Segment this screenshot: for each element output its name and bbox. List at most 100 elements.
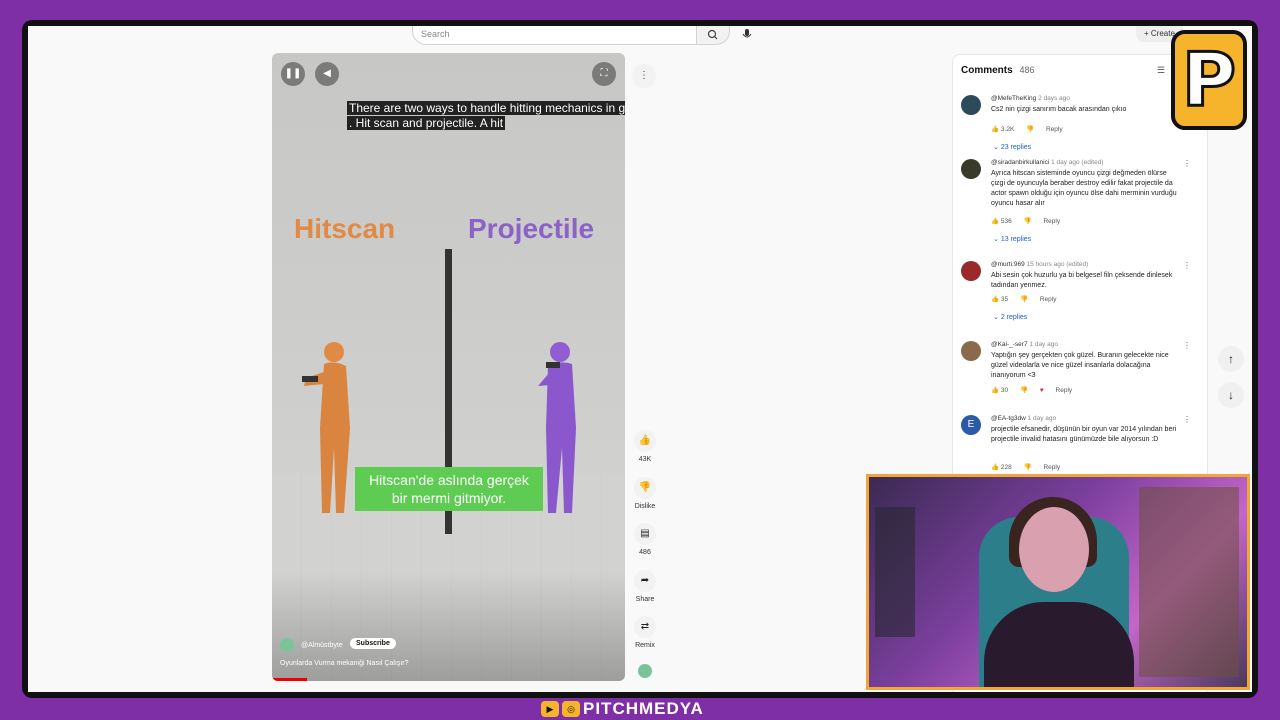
reply-button[interactable]: Reply [1040, 296, 1057, 303]
english-caption: There are two ways to handle hitting mec… [347, 101, 625, 131]
dislike-icon[interactable]: 👎 [1020, 296, 1028, 303]
channel-avatar[interactable] [280, 638, 294, 652]
view-replies-link[interactable]: 13 replies [1001, 236, 1031, 243]
dislike-button[interactable]: 👎 Dislike [632, 477, 658, 510]
next-video-button[interactable]: ↓ [1218, 382, 1244, 408]
remix-button[interactable]: ⇄ Remix [632, 616, 658, 649]
view-replies-link[interactable]: 2 replies [1001, 314, 1027, 321]
youtube-icon: ▶ [541, 701, 559, 717]
dislike-icon[interactable]: 👎 [1024, 464, 1032, 471]
comment-menu-icon[interactable]: ⋮ [1183, 341, 1191, 350]
creator-heart-icon: ♥ [1039, 387, 1044, 394]
comment-author[interactable]: @siradanbirkullanici [991, 159, 1049, 166]
projectile-label: Projectile [468, 213, 595, 244]
channel-avatar-icon [638, 664, 652, 678]
arrow-down-icon: ↓ [1228, 388, 1234, 402]
like-count: 43K [638, 456, 652, 463]
comment-menu-icon[interactable]: ⋮ [1183, 415, 1191, 424]
remix-icon: ⇄ [634, 616, 656, 638]
commenter-avatar[interactable] [961, 261, 981, 281]
streamer-face [1019, 507, 1089, 592]
dislike-icon[interactable]: 👎 [1024, 218, 1032, 225]
commenter-avatar[interactable]: E [961, 415, 981, 435]
commenter-avatar[interactable] [961, 341, 981, 361]
reply-button[interactable]: Reply [1043, 218, 1060, 225]
volume-button[interactable]: ◀ [315, 62, 339, 86]
mic-icon [742, 29, 752, 38]
dislike-icon[interactable]: 👎 [1026, 126, 1034, 133]
view-replies-link[interactable]: 23 replies [1001, 144, 1031, 151]
comment-time: 1 day ago (edited) [1051, 159, 1104, 166]
chevron-down-icon: ⌄ [993, 314, 999, 321]
comment-text: projectile efsanedir, düşünün bir oyun v… [991, 426, 1177, 443]
comment-like-count: 536 [1000, 218, 1012, 225]
instagram-icon: ◎ [562, 701, 580, 717]
arrow-up-icon: ↑ [1228, 352, 1234, 366]
comments-button[interactable]: ▤ 486 [632, 523, 658, 556]
like-icon[interactable]: 👍 [991, 296, 999, 303]
like-icon[interactable]: 👍 [991, 464, 999, 471]
comment-like-count: 228 [1000, 464, 1012, 471]
comment-time: 1 day ago [1027, 415, 1057, 422]
share-button[interactable]: ➦ Share [632, 570, 658, 603]
comment-author[interactable]: @MefeTheKing [991, 95, 1036, 102]
comment-time: 1 day ago [1029, 341, 1058, 348]
comment-like-count: 30 [1000, 387, 1009, 394]
thumbs-down-icon: 👎 [634, 477, 656, 499]
reply-button[interactable]: Reply [1043, 464, 1060, 471]
avatar-letter: E [967, 419, 975, 430]
comment-author[interactable]: @murti.969 [991, 261, 1025, 268]
reply-button[interactable]: Reply [1056, 387, 1073, 394]
search-button[interactable] [696, 26, 730, 45]
channel-mini-avatar[interactable] [632, 664, 658, 682]
channel-name[interactable]: @Almüstbyte [301, 642, 343, 649]
video-title[interactable]: Oyunlarda Vurma mekaniği Nasıl Çalışır? [280, 660, 409, 667]
share-label: Share [635, 596, 655, 603]
pause-button[interactable]: ❚❚ [281, 62, 305, 86]
voice-search-button[interactable] [738, 26, 756, 44]
reply-button[interactable]: Reply [1046, 126, 1063, 133]
comment-like-count: 3.2K [1000, 126, 1015, 133]
pause-icon: ❚❚ [284, 68, 302, 79]
comment-icon: ▤ [634, 523, 656, 545]
sort-icon[interactable]: ☰ [1157, 65, 1165, 76]
comment-menu-icon[interactable]: ⋮ [1183, 159, 1191, 168]
subscribe-button[interactable]: Subscribe [350, 638, 396, 649]
comment-text: Ayrıca hitscan sisteminde oyuncu çizgi d… [991, 170, 1177, 207]
comment-time: 2 days ago [1038, 95, 1070, 102]
commenter-avatar[interactable] [961, 159, 981, 179]
shorts-video-player[interactable]: ❚❚ ◀ ⛶ There are two ways to handle hitt… [272, 53, 625, 681]
turkish-caption: Hitscan'de aslında gerçek bir mermi gitm… [355, 467, 543, 511]
chevron-down-icon: ⌄ [993, 236, 999, 243]
comment-menu-icon[interactable]: ⋮ [1183, 261, 1191, 270]
comment-text: Abi sesin çok huzurlu ya bi belgesel fil… [991, 272, 1173, 289]
share-icon: ➦ [634, 570, 656, 592]
fullscreen-icon: ⛶ [600, 68, 608, 79]
hitscan-label: Hitscan [294, 213, 396, 244]
chevron-down-icon: ⌄ [993, 144, 999, 151]
background-shelf [1139, 487, 1239, 677]
comment-text: Yaptığın şey gerçekten çok güzel. Buranı… [991, 352, 1169, 379]
dislike-label: Dislike [634, 503, 656, 510]
comment-author[interactable]: @EA-tg3dw [991, 415, 1026, 422]
dislike-icon[interactable]: 👎 [1020, 387, 1028, 394]
progress-bar[interactable] [272, 678, 308, 681]
comment-like-count: 35 [1000, 296, 1009, 303]
like-icon[interactable]: 👍 [991, 218, 999, 225]
like-icon[interactable]: 👍 [991, 126, 999, 133]
comments-header: Comments 486 [961, 65, 1035, 76]
previous-video-button[interactable]: ↑ [1218, 346, 1244, 372]
comment-count: 486 [639, 549, 651, 556]
like-button[interactable]: 👍 43K [632, 430, 658, 463]
search-placeholder: Search [421, 29, 450, 39]
like-icon[interactable]: 👍 [991, 387, 999, 394]
more-options-button[interactable]: ⋮ [632, 64, 656, 88]
fullscreen-button[interactable]: ⛶ [592, 62, 616, 86]
thumbs-up-icon: 👍 [634, 430, 656, 452]
commenter-avatar[interactable] [961, 95, 981, 115]
comment-author[interactable]: @Kai-_-ser7 [991, 341, 1028, 348]
webcam-overlay [866, 474, 1250, 690]
search-input[interactable]: Search [412, 26, 698, 45]
brand-footer: ▶ ◎ PITCHMEDYA [541, 699, 704, 719]
pitchmedya-logo: P [1171, 30, 1247, 130]
